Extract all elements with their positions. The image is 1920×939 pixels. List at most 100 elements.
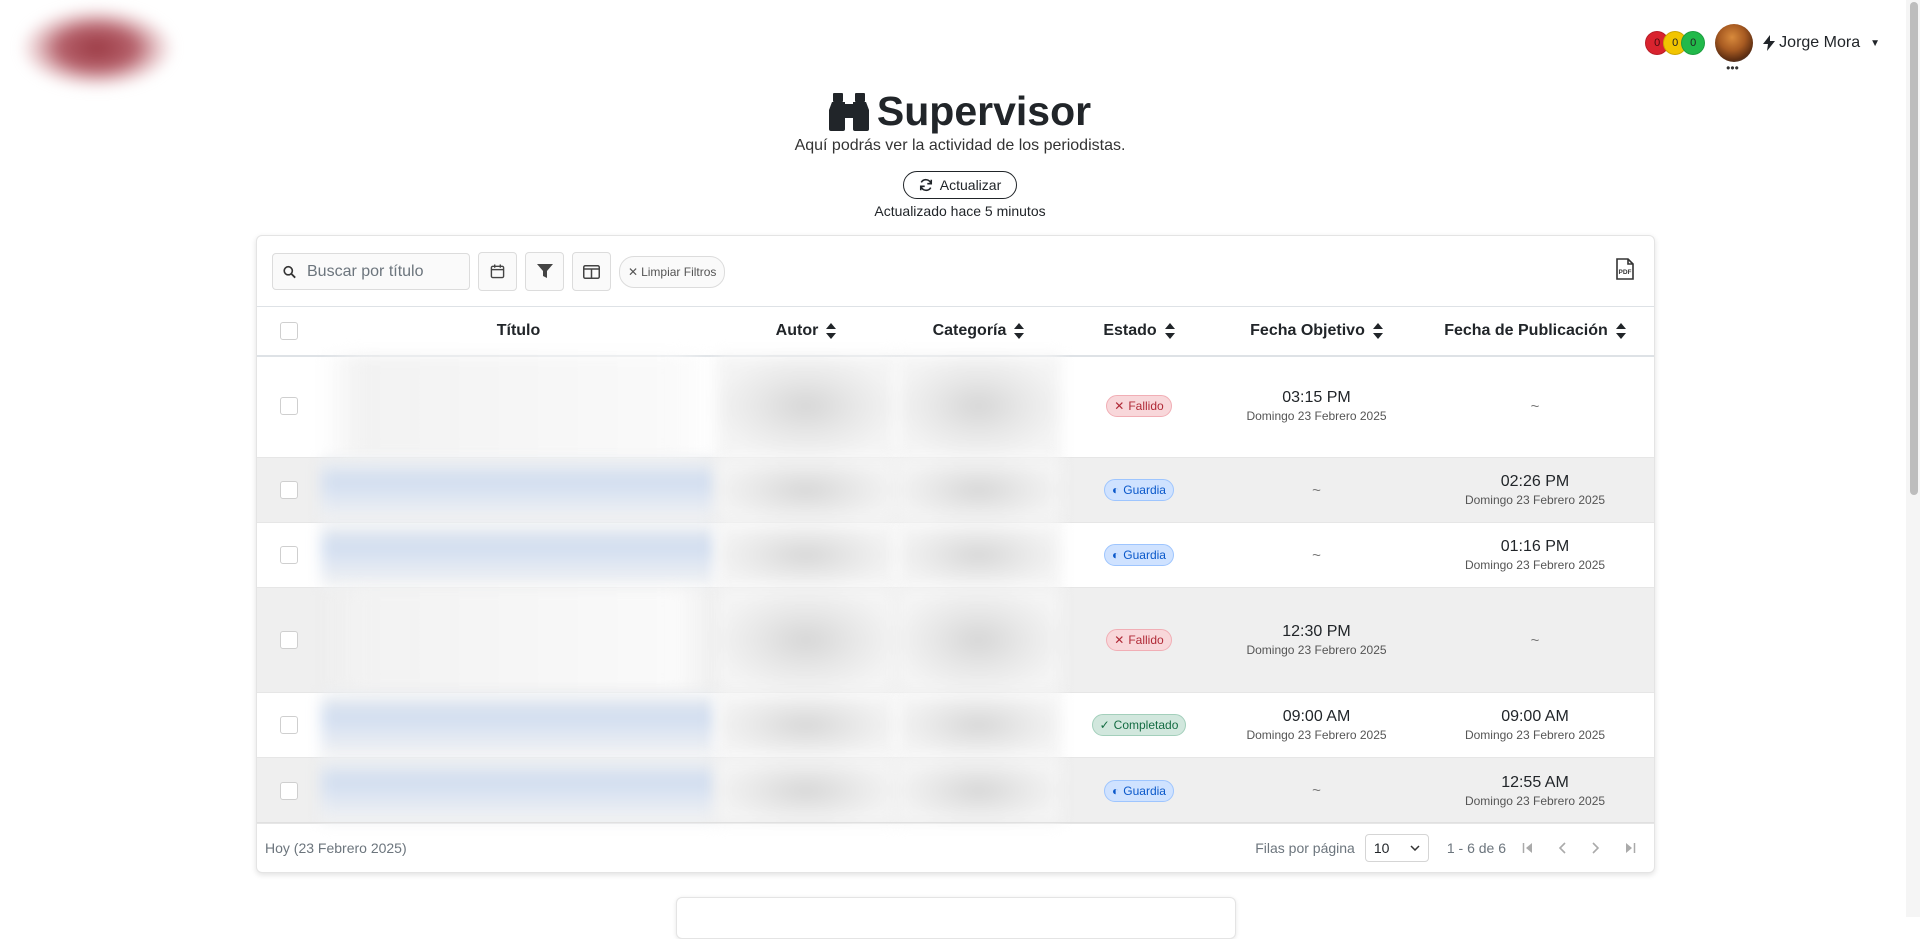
column-header-titulo[interactable]: Título — [321, 322, 716, 340]
columns-button[interactable] — [572, 252, 611, 291]
table-row[interactable]: ✕ Fallido 03:15 PM Domingo 23 Febrero 2025… — [257, 355, 1654, 458]
blurred-author — [716, 355, 896, 457]
table-row[interactable]: ◐ Guardia ~ 12:55 AM Domingo 23 Febrero 20… — [257, 758, 1654, 824]
export-pdf-button[interactable]: PDF — [1616, 258, 1634, 285]
avatar[interactable] — [1715, 24, 1754, 62]
last-page-button[interactable] — [1618, 836, 1642, 860]
sort-icon[interactable] — [826, 323, 837, 339]
category-cell — [896, 693, 1061, 757]
status-label: Guardia — [1123, 483, 1166, 497]
rows-per-page-select[interactable]: 10 — [1364, 834, 1429, 862]
row-checkbox[interactable] — [280, 631, 298, 649]
chevron-left-icon — [1558, 842, 1566, 854]
table-row[interactable]: ✕ Fallido 12:30 PM Domingo 23 Febrero 2025… — [257, 588, 1654, 693]
row-checkbox[interactable] — [280, 781, 298, 800]
search-input[interactable] — [305, 261, 459, 282]
status-lights: 0 0 0 — [1645, 31, 1706, 55]
title-cell[interactable] — [321, 693, 716, 757]
target-date-cell: 03:15 PM Domingo 23 Febrero 2025 — [1217, 355, 1416, 457]
publish-date-cell: 09:00 AM Domingo 23 Febrero 2025 — [1416, 693, 1654, 757]
search-icon — [283, 265, 296, 278]
page-scrollbar[interactable] — [1906, 0, 1920, 917]
blurred-title — [321, 458, 716, 522]
category-cell — [896, 758, 1061, 823]
row-checkbox[interactable] — [280, 716, 298, 734]
publish-date: Domingo 23 Febrero 2025 — [1464, 493, 1606, 507]
publish-date: Domingo 23 Febrero 2025 — [1464, 793, 1606, 808]
row-checkbox[interactable] — [280, 546, 298, 564]
column-header-autor[interactable]: Autor — [716, 322, 896, 340]
target-date: Domingo 23 Febrero 2025 — [1246, 728, 1387, 742]
publish-date-cell: 01:16 PM Domingo 23 Febrero 2025 — [1416, 523, 1654, 587]
last-page-icon — [1626, 843, 1636, 853]
publish-time: 09:00 AM — [1501, 708, 1569, 725]
column-label: Fecha Objetivo — [1250, 322, 1365, 339]
row-select-cell — [257, 523, 321, 587]
blurred-category — [896, 758, 1061, 823]
bolt-icon — [1763, 35, 1776, 51]
rows-per-page-label: Filas por página — [1255, 840, 1355, 856]
title-cell[interactable] — [321, 758, 716, 823]
title-cell[interactable] — [321, 588, 716, 692]
sort-icon[interactable] — [1615, 323, 1626, 339]
row-select-cell — [257, 458, 321, 522]
column-label: Título — [496, 322, 541, 339]
brand-logo[interactable] — [22, 8, 172, 88]
status-cell: ◐ Guardia — [1061, 758, 1217, 823]
select-all-checkbox[interactable] — [280, 322, 298, 340]
column-header-categoria[interactable]: Categoría — [896, 322, 1061, 340]
row-checkbox[interactable] — [280, 481, 298, 499]
column-header-fecha-publicacion[interactable]: Fecha de Publicación — [1416, 322, 1654, 340]
status-light-green: 0 — [1681, 31, 1706, 55]
title-cell[interactable] — [321, 355, 716, 457]
page-subtitle: Aquí podrás ver la actividad de los peri… — [794, 137, 1126, 154]
column-header-fecha-objetivo[interactable]: Fecha Objetivo — [1217, 322, 1416, 340]
avatar-wrapper[interactable]: ••• — [1715, 24, 1754, 74]
scrollbar-thumb[interactable] — [1910, 2, 1918, 495]
publish-date-cell: ~ — [1416, 588, 1654, 692]
date-filter-button[interactable] — [478, 252, 517, 291]
title-cell[interactable] — [321, 458, 716, 522]
clear-filters-button[interactable]: ✕ Limpiar Filtros — [619, 255, 726, 288]
publish-date-cell: ~ — [1416, 355, 1654, 457]
publish-date-cell: 02:26 PM Domingo 23 Febrero 2025 — [1416, 458, 1654, 522]
status-cell: ✓ Completado — [1061, 693, 1217, 757]
empty-value: ~ — [1530, 631, 1540, 649]
author-cell — [716, 588, 896, 692]
shield-icon: ◐ — [1112, 548, 1120, 562]
shield-icon: ◐ — [1112, 483, 1120, 497]
refresh-label: Actualizar — [939, 177, 1002, 193]
blurred-author — [716, 588, 896, 692]
row-checkbox[interactable] — [280, 397, 298, 415]
title-cell[interactable] — [321, 523, 716, 587]
filter-button[interactable] — [525, 252, 564, 291]
rows-per-page-value: 10 — [1373, 840, 1390, 856]
avatar-dots-icon: ••• — [1726, 61, 1739, 75]
table-row[interactable]: ✓ Completado 09:00 AM Domingo 23 Febrero 2… — [257, 693, 1654, 758]
status-label: Fallido — [1128, 633, 1164, 647]
row-select-cell — [257, 693, 321, 757]
x-icon: ✕ — [1114, 399, 1125, 413]
today-label: Hoy (23 Febrero 2025) — [265, 840, 407, 856]
table-row[interactable]: ◐ Guardia ~ 02:26 PM Domingo 23 Febrero 20… — [257, 458, 1654, 523]
sort-icon[interactable] — [1372, 323, 1383, 339]
binoculars-icon — [828, 92, 869, 131]
target-time: 03:15 PM — [1282, 389, 1351, 406]
user-menu-toggle[interactable]: Jorge Mora ▼ — [1763, 34, 1880, 52]
close-icon: ✕ — [628, 264, 639, 279]
empty-value: ~ — [1312, 546, 1321, 564]
column-label: Autor — [775, 322, 819, 339]
refresh-button[interactable]: Actualizar — [902, 171, 1018, 199]
status-label: Guardia — [1123, 783, 1166, 798]
sort-icon[interactable] — [1164, 323, 1175, 339]
sort-icon[interactable] — [1014, 323, 1025, 339]
next-page-button[interactable] — [1584, 836, 1608, 860]
prev-page-button[interactable] — [1550, 836, 1574, 860]
first-page-button[interactable] — [1516, 836, 1540, 860]
table-row[interactable]: ◐ Guardia ~ 01:16 PM Domingo 23 Febrero 20… — [257, 523, 1654, 588]
status-badge: ◐ Guardia — [1104, 544, 1174, 566]
column-header-estado[interactable]: Estado — [1061, 322, 1217, 340]
target-date-cell: 09:00 AM Domingo 23 Febrero 2025 — [1217, 693, 1416, 757]
category-cell — [896, 588, 1061, 692]
search-box[interactable] — [272, 253, 470, 290]
